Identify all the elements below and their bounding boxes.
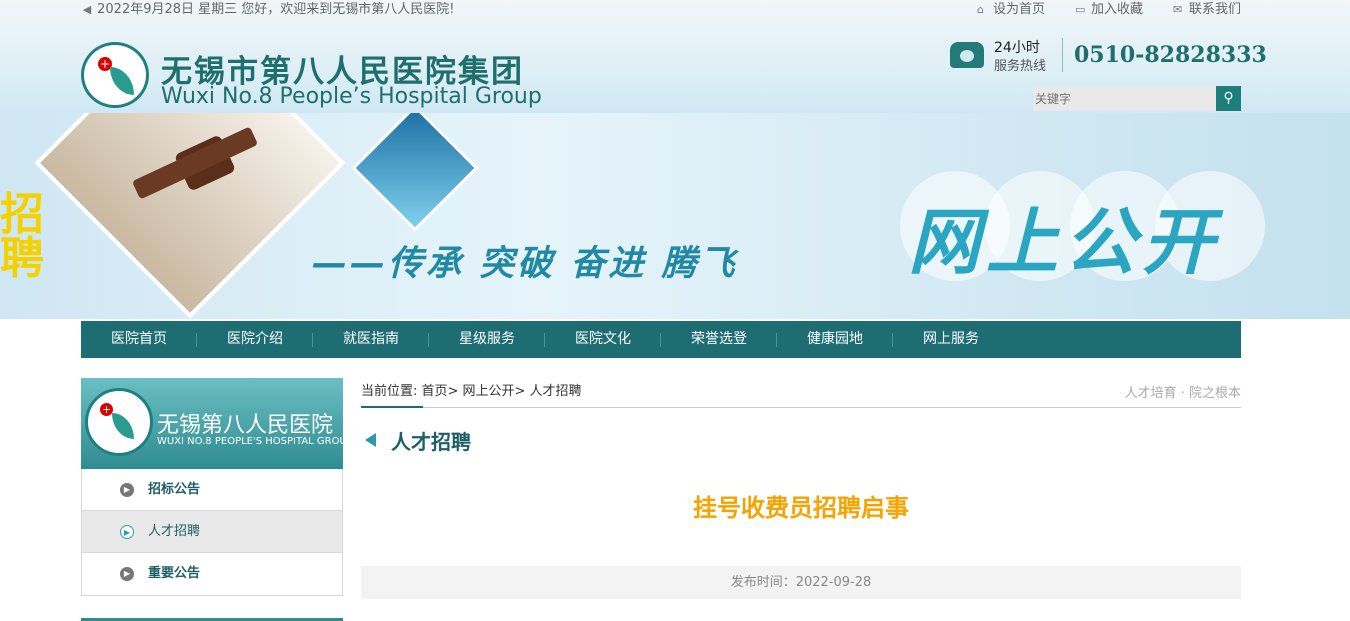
- banner-slogan: ——传承 突破 奋进 腾飞: [312, 244, 738, 284]
- search-input[interactable]: [1033, 86, 1216, 111]
- logo-name-en: Wuxi No.8 People’s Hospital Group: [161, 84, 542, 109]
- search-box: ⚲: [1033, 86, 1241, 111]
- sidebar-header: + 无锡第八人民医院 WUXI NO.8 PEOPLE'S HOSPITAL G…: [81, 378, 353, 469]
- sidebar-name-cn: 无锡第八人民医院: [157, 413, 334, 438]
- sidebar-item-tender[interactable]: ▶ 招标公告: [82, 469, 342, 511]
- sidebar-item-recruitment[interactable]: ▶ 人才招聘: [82, 511, 342, 553]
- hotline-number: 0510-82828333: [1074, 42, 1267, 68]
- nav-item-home[interactable]: 医院首页: [81, 321, 197, 358]
- hotline: 24小时 服务热线 0510-82828333: [950, 36, 1267, 76]
- banner-title-text: 网上公开: [908, 200, 1221, 284]
- sidebar: + 无锡第八人民医院 WUXI NO.8 PEOPLE'S HOSPITAL G…: [81, 378, 353, 621]
- home-icon: ⌂: [976, 3, 984, 16]
- nav-item-guide[interactable]: 就医指南: [313, 321, 429, 358]
- nav-item-about[interactable]: 医院介绍: [197, 321, 313, 358]
- phone-icon: [950, 42, 984, 68]
- nav-item-honors[interactable]: 荣誉选登: [661, 321, 777, 358]
- banner-title: 网上公开: [900, 171, 1265, 284]
- sidebar-menu: ▶ 招标公告 ▶ 人才招聘 ▶ 重要公告: [81, 469, 343, 596]
- play-circle-icon: ▶: [120, 567, 134, 581]
- article-title: 挂号收费员招聘启事: [693, 494, 909, 522]
- section-title: 人才招聘: [391, 430, 471, 454]
- top-links: ⌂ 设为首页 ▭ 加入收藏 ✉ 联系我们: [977, 0, 1241, 20]
- speaker-icon: ◀: [82, 3, 92, 16]
- banner-side-text: 招聘: [0, 189, 44, 284]
- contact-us-link[interactable]: ✉ 联系我们: [1173, 0, 1241, 20]
- main-nav: 医院首页 医院介绍 就医指南 星级服务 医院文化 荣誉选登 健康园地 网上服务: [81, 321, 1241, 358]
- breadcrumb-text[interactable]: 当前位置: 首页> 网上公开> 人才招聘: [361, 380, 582, 399]
- hotline-label-2: 服务热线: [994, 59, 1047, 74]
- search-icon: ⚲: [1223, 90, 1234, 106]
- play-circle-icon: ▶: [120, 483, 134, 497]
- top-bar: ◀ 2022年9月28日 星期三 您好，欢迎来到无锡市第八人民医院! ⌂ 设为首页…: [81, 0, 1241, 20]
- triangle-left-icon: [365, 433, 376, 447]
- nav-item-health[interactable]: 健康园地: [777, 321, 893, 358]
- welcome-label: 2022年9月28日 星期三 您好，欢迎来到无锡市第八人民医院!: [97, 2, 455, 17]
- add-favorite-link[interactable]: ▭ 加入收藏: [1075, 0, 1143, 20]
- set-homepage-link[interactable]: ⌂ 设为首页: [977, 0, 1045, 20]
- hospital-logo[interactable]: + 无锡市第八人民医院集团 Wuxi No.8 People’s Hospita…: [81, 40, 551, 110]
- banner: 招聘 ——传承 突破 奋进 腾飞 网上公开: [0, 113, 1350, 319]
- article-meta: 发布时间：2022-09-28: [361, 566, 1241, 599]
- banner-image-network: [351, 113, 479, 232]
- nav-item-online[interactable]: 网上服务: [893, 321, 1009, 358]
- mail-icon: ✉: [1172, 3, 1183, 16]
- folder-icon: ▭: [1074, 3, 1086, 16]
- sidebar-item-announcement[interactable]: ▶ 重要公告: [82, 553, 342, 595]
- divider: [1062, 38, 1063, 72]
- logo-emblem-icon: +: [81, 42, 149, 108]
- hotline-label-1: 24小时: [994, 40, 1040, 56]
- nav-item-service[interactable]: 星级服务: [429, 321, 545, 358]
- breadcrumb-motto: 人才培育 · 院之根本: [1124, 386, 1241, 401]
- sidebar-logo-icon: +: [85, 388, 153, 456]
- play-circle-icon: ▶: [120, 525, 134, 539]
- banner-image-gavel: [34, 113, 346, 319]
- welcome-text: ◀ 2022年9月28日 星期三 您好，欢迎来到无锡市第八人民医院!: [81, 0, 455, 20]
- search-button[interactable]: ⚲: [1216, 86, 1241, 111]
- sidebar-name-en: WUXI NO.8 PEOPLE'S HOSPITAL GROUP: [157, 436, 353, 447]
- breadcrumb: 当前位置: 首页> 网上公开> 人才招聘 人才培育 · 院之根本: [361, 378, 1241, 408]
- nav-item-culture[interactable]: 医院文化: [545, 321, 661, 358]
- breadcrumb-underline: [361, 406, 423, 408]
